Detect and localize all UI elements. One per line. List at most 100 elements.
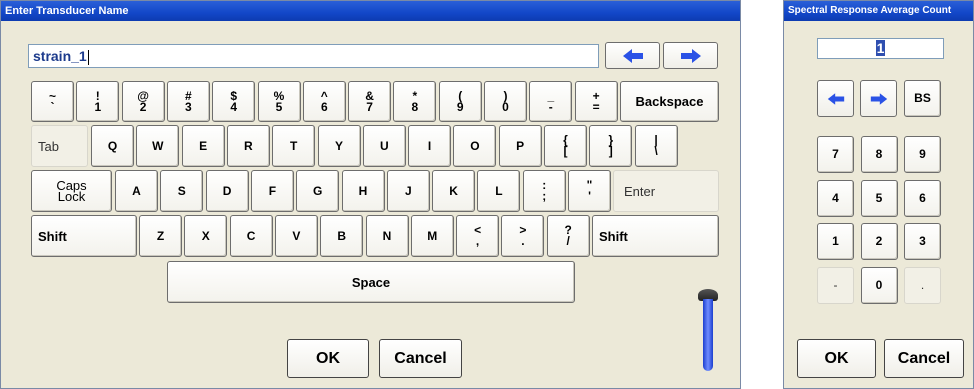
key-1[interactable]: ! 1 xyxy=(76,81,120,122)
key-F[interactable]: F xyxy=(250,170,294,212)
scroll-bar xyxy=(703,299,713,371)
average-count-input[interactable]: 1 xyxy=(817,38,944,59)
tab-key[interactable]: Tab xyxy=(31,125,88,167)
key-D[interactable]: D xyxy=(205,170,249,212)
key-I[interactable]: I xyxy=(408,125,452,167)
scroll-handle[interactable] xyxy=(698,289,718,371)
numpad-key-label: 0 xyxy=(875,277,883,292)
shift-left-key[interactable]: Shift xyxy=(31,215,137,257)
key-5[interactable]: % 5 xyxy=(257,81,301,122)
key-6[interactable]: ^ 6 xyxy=(302,81,346,122)
backspace-key[interactable]: Backspace xyxy=(620,81,719,122)
bs-key[interactable]: BS xyxy=(904,80,941,117)
cursor-right-button[interactable] xyxy=(663,42,718,69)
key-S[interactable]: S xyxy=(160,170,204,212)
key-X[interactable]: X xyxy=(184,215,228,257)
numpad-key-0[interactable]: 0 xyxy=(860,266,898,304)
key-label: 6 xyxy=(320,99,328,114)
numpad-left-button[interactable] xyxy=(817,80,854,117)
key-O[interactable]: O xyxy=(453,125,497,167)
numpad-key-6[interactable]: 6 xyxy=(904,179,941,217)
numpad-key-8[interactable]: 8 xyxy=(860,136,898,173)
numpad-key-1[interactable]: 1 xyxy=(817,223,854,260)
caps-label-line2: Lock xyxy=(57,189,86,204)
key-label: , xyxy=(475,234,480,248)
key-V[interactable]: V xyxy=(274,215,318,257)
key-\[interactable]: | \ xyxy=(634,125,678,167)
key-H[interactable]: H xyxy=(341,170,385,212)
key-2[interactable]: @2 xyxy=(121,81,165,122)
cancel-button[interactable]: Cancel xyxy=(379,339,462,378)
key-G[interactable]: G xyxy=(296,170,340,212)
key-label: B xyxy=(337,228,347,243)
numpad-key-minus[interactable]: - xyxy=(817,266,854,304)
key-K[interactable]: K xyxy=(432,170,476,212)
numpad-key-5[interactable]: 5 xyxy=(860,179,898,217)
numpad-cancel-button[interactable]: Cancel xyxy=(884,339,964,378)
numpad-ok-button[interactable]: OK xyxy=(797,339,876,378)
caps-lock-key[interactable]: Caps Lock xyxy=(31,170,112,212)
numpad-key-3[interactable]: 3 xyxy=(904,223,941,260)
key-,[interactable]: <, xyxy=(456,215,500,257)
key-N[interactable]: N xyxy=(365,215,409,257)
key-U[interactable]: U xyxy=(362,125,406,167)
key-8[interactable]: * 8 xyxy=(393,81,437,122)
numpad-key-4[interactable]: 4 xyxy=(817,179,854,217)
key-/[interactable]: ? / xyxy=(546,215,590,257)
key-T[interactable]: T xyxy=(272,125,316,167)
key-'[interactable]: " ' xyxy=(568,170,611,212)
key-=[interactable]: + = xyxy=(574,81,618,122)
key-label: . xyxy=(521,234,525,248)
key-E[interactable]: E xyxy=(181,125,225,167)
key-][interactable]: }] xyxy=(589,125,633,167)
numpad-key-7[interactable]: 7 xyxy=(817,136,854,173)
enter-key[interactable]: Enter xyxy=(613,170,719,212)
numpad-key-label: . xyxy=(920,277,925,292)
key-0[interactable]: ) 0 xyxy=(484,81,527,122)
key-M[interactable]: M xyxy=(410,215,454,257)
numpad-key-dot[interactable]: . xyxy=(904,266,941,304)
key-label: 8 xyxy=(411,99,419,114)
numpad-key-9[interactable]: 9 xyxy=(904,136,941,173)
key-9[interactable]: (9 xyxy=(438,81,482,122)
transducer-name-input[interactable]: strain_1 xyxy=(28,44,599,68)
key-4[interactable]: $4 xyxy=(212,81,256,122)
key-L[interactable]: L xyxy=(477,170,521,212)
key-`[interactable]: ~ ` xyxy=(31,81,74,122)
key-Z[interactable]: Z xyxy=(139,215,182,257)
numpad-right-button[interactable] xyxy=(860,80,897,117)
cursor-left-button[interactable] xyxy=(605,42,660,69)
ok-button[interactable]: OK xyxy=(287,339,369,378)
key--[interactable]: _ - xyxy=(529,81,573,122)
key-R[interactable]: R xyxy=(226,125,270,167)
key-J[interactable]: J xyxy=(386,170,430,212)
key-label: A xyxy=(132,183,141,198)
key-label: G xyxy=(313,183,323,198)
key-A[interactable]: A xyxy=(115,170,158,212)
key-label: M xyxy=(427,228,438,243)
key-label: 0 xyxy=(502,99,509,114)
key-P[interactable]: P xyxy=(498,125,542,167)
key-label: [ xyxy=(563,144,568,158)
key-label: / xyxy=(566,234,570,248)
key-B[interactable]: B xyxy=(320,215,364,257)
key-Q[interactable]: Q xyxy=(91,125,134,167)
key-3[interactable]: #3 xyxy=(166,81,210,122)
key-label: N xyxy=(382,228,392,243)
key-C[interactable]: C xyxy=(229,215,273,257)
shift-right-key[interactable]: Shift xyxy=(592,215,719,257)
key-Y[interactable]: Y xyxy=(317,125,361,167)
key-7[interactable]: & 7 xyxy=(348,81,392,122)
key-label: Z xyxy=(156,228,165,243)
numpad-key-2[interactable]: 2 xyxy=(860,223,898,260)
arrow-right-icon xyxy=(680,48,701,63)
key-label: = xyxy=(592,99,600,114)
key-[[interactable]: {[ xyxy=(544,125,587,167)
key-label: O xyxy=(470,138,480,153)
key-W[interactable]: W xyxy=(136,125,180,167)
key-;[interactable]: :; xyxy=(522,170,566,212)
space-key[interactable]: Space xyxy=(167,261,575,303)
key-.[interactable]: >. xyxy=(501,215,545,257)
key-label: X xyxy=(201,228,210,243)
key-label: U xyxy=(379,138,389,153)
